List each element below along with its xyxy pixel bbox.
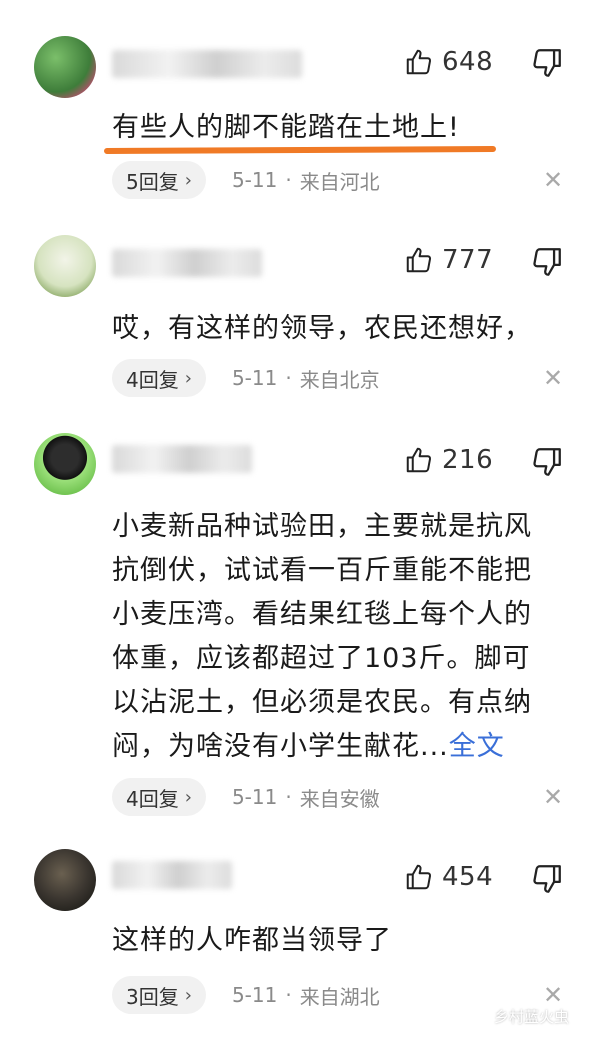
comment-text: 小麦新品种试验田，主要就是抗风 抗倒伏，试试看一百斤重能不能把 小麦压湾。看结果… [112, 505, 572, 769]
thumbs-up-icon [406, 49, 432, 75]
username-blurred[interactable] [112, 50, 302, 78]
like-count: 777 [442, 245, 494, 275]
watermark: 乡村蓝火虫 [476, 1006, 569, 1027]
thumbs-down-icon[interactable] [530, 445, 564, 479]
comment-date: 5-11 [231, 785, 278, 809]
comment-meta: 4回复 › 5-11 · 来自安徽 [112, 777, 380, 817]
avatar[interactable] [34, 36, 96, 98]
like-button[interactable]: 648 [404, 42, 493, 82]
like-button[interactable]: 777 [404, 240, 493, 280]
comment-text: 哎，有这样的领导，农民还想好， [112, 313, 532, 344]
comment-text-line: 闷，为啥没有小学生献花... [112, 731, 449, 762]
thumbs-up-icon [406, 247, 432, 273]
comment-date: 5-11 [231, 168, 278, 192]
like-count: 648 [442, 47, 494, 77]
comment-text: 这样的人咋都当领导了 [112, 925, 392, 956]
avatar[interactable] [34, 849, 96, 911]
replies-label: 4回复 [126, 367, 179, 392]
comment-item: 216 小麦新品种试验田，主要就是抗风 抗倒伏，试试看一百斤重能不能把 小麦压湾… [0, 415, 600, 835]
chevron-right-icon: › [184, 169, 192, 191]
comment-text-line: 以沾泥土，但必须是农民。有点纳 [112, 687, 532, 718]
comment-meta: 4回复 › 5-11 · 来自北京 [112, 358, 380, 398]
comment-item: 777 哎，有这样的领导，农民还想好， 4回复 › 5-11 · 来自北京 ✕ [0, 215, 600, 415]
close-icon[interactable]: ✕ [543, 166, 563, 194]
replies-label: 5回复 [126, 169, 179, 194]
thumbs-up-icon [406, 864, 432, 890]
username-blurred[interactable] [112, 249, 262, 277]
comment-text-line: 体重，应该都超过了103斤。脚可 [112, 643, 531, 674]
chevron-right-icon: › [184, 367, 192, 389]
like-button[interactable]: 454 [404, 857, 493, 897]
replies-label: 3回复 [126, 984, 179, 1009]
meta-separator: · [285, 785, 292, 809]
comment-location: 来自安徽 [299, 786, 380, 811]
comment-text-line: 小麦压湾。看结果红毯上每个人的 [112, 599, 532, 630]
comment-location: 来自河北 [299, 169, 380, 194]
like-count: 216 [442, 445, 494, 475]
comment-text-line: 抗倒伏，试试看一百斤重能不能把 [112, 555, 532, 586]
close-icon[interactable]: ✕ [543, 783, 563, 811]
close-icon[interactable]: ✕ [543, 981, 563, 1009]
avatar[interactable] [34, 433, 96, 495]
expand-full-text-link[interactable]: 全文 [449, 731, 505, 762]
watermark-text: 乡村蓝火虫 [494, 1008, 570, 1026]
like-button[interactable]: 216 [404, 440, 493, 480]
comment-location: 来自湖北 [299, 984, 380, 1009]
replies-button[interactable]: 4回复 › [112, 359, 206, 397]
watermark-logo-icon [476, 1009, 490, 1024]
thumbs-down-icon[interactable] [530, 862, 564, 896]
comment-text: 有些人的脚不能踏在土地上! [112, 112, 460, 143]
comment-text-line: 小麦新品种试验田，主要就是抗风 [112, 511, 532, 542]
username-blurred[interactable] [112, 861, 232, 889]
comment-item: 648 有些人的脚不能踏在土地上! 5回复 › 5-11 · 来自河北 ✕ [0, 0, 600, 215]
meta-separator: · [285, 366, 292, 390]
replies-button[interactable]: 4回复 › [112, 778, 206, 816]
comment-date: 5-11 [231, 983, 278, 1007]
chevron-right-icon: › [184, 984, 192, 1006]
comment-meta: 3回复 › 5-11 · 来自湖北 [112, 975, 380, 1015]
comment-date: 5-11 [231, 366, 278, 390]
chevron-right-icon: › [184, 786, 192, 808]
thumbs-down-icon[interactable] [530, 245, 564, 279]
comment-location: 来自北京 [299, 367, 380, 392]
highlight-underline [103, 145, 497, 155]
comment-meta: 5回复 › 5-11 · 来自河北 [112, 160, 380, 200]
avatar[interactable] [34, 235, 96, 297]
thumbs-up-icon [406, 447, 432, 473]
comment-text-line-last: 闷，为啥没有小学生献花...全文 [112, 725, 572, 769]
meta-separator: · [285, 983, 292, 1007]
replies-label: 4回复 [126, 786, 179, 811]
username-blurred[interactable] [112, 445, 252, 473]
like-count: 454 [442, 862, 494, 892]
close-icon[interactable]: ✕ [543, 364, 563, 392]
replies-button[interactable]: 5回复 › [112, 161, 206, 199]
thumbs-down-icon[interactable] [530, 46, 564, 80]
replies-button[interactable]: 3回复 › [112, 976, 206, 1014]
meta-separator: · [285, 168, 292, 192]
